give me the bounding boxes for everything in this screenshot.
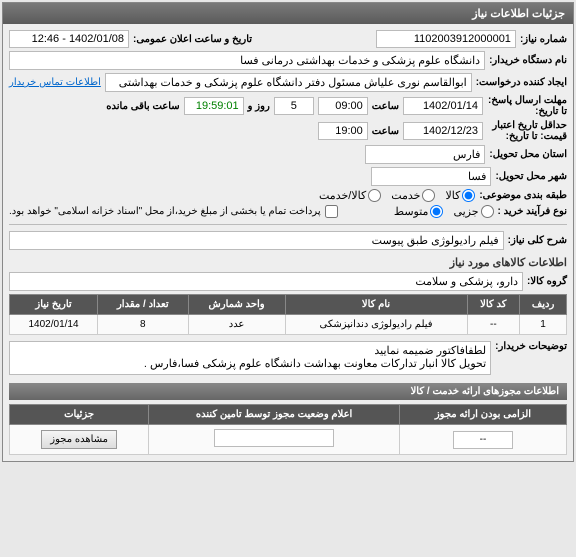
days-left-value: 5: [274, 97, 314, 115]
lic-th-status: اعلام وضعیت مجوز توسط تامین کننده: [149, 405, 400, 425]
cell-name: فیلم رادیولوژی دندانپزشکی: [285, 315, 467, 335]
category-label: طبقه بندی موضوعی:: [479, 190, 567, 201]
time-label-2: ساعت: [372, 126, 399, 137]
need-no-label: شماره نیاز:: [520, 34, 567, 45]
announce-date-label: تاریخ و ساعت اعلان عمومی:: [133, 34, 252, 45]
buyer-org-label: نام دستگاه خریدار:: [489, 55, 567, 66]
cat-khadmat-label: خدمت: [391, 189, 420, 202]
announce-date-value: 1402/01/08 - 12:46: [9, 30, 129, 48]
license-table: الزامی بودن ارائه مجوز اعلام وضعیت مجوز …: [9, 404, 567, 455]
remaining-time-value: 19:59:01: [184, 97, 244, 115]
validity-label: حداقل تاریخ اعتبار قیمت: تا تاریخ:: [487, 120, 567, 142]
items-section-title: اطلاعات کالاهای مورد نیاز: [9, 256, 567, 269]
category-radio-group: کالا خدمت کالا/خدمت: [319, 189, 475, 202]
process-radio-group: جزیی متوسط: [394, 205, 494, 218]
cell-unit: عدد: [188, 315, 285, 335]
th-qty: تعداد / مقدار: [98, 295, 189, 315]
validity-date-value: 1402/12/23: [403, 122, 483, 140]
buyer-org-value: دانشگاه علوم پزشکی و خدمات بهداشتی درمان…: [9, 51, 485, 70]
th-idx: ردیف: [520, 295, 567, 315]
lic-status-value: [214, 429, 334, 447]
cat-kala-label: کالا: [445, 189, 460, 202]
main-panel: جزئیات اطلاعات نیاز شماره نیاز: 11020039…: [2, 2, 574, 462]
items-table: ردیف کد کالا نام کالا واحد شمارش تعداد /…: [9, 294, 567, 335]
th-code: کد کالا: [467, 295, 520, 315]
buyer-notes-value: لطفافاکتور ضمیمه نمایید تحویل کالا انبار…: [9, 341, 491, 375]
province-value: فارس: [365, 145, 485, 164]
remaining-suffix-label: ساعت باقی مانده: [106, 101, 179, 112]
th-name: نام کالا: [285, 295, 467, 315]
panel-title: جزئیات اطلاعات نیاز: [472, 8, 565, 20]
th-unit: واحد شمارش: [188, 295, 285, 315]
proc-medium-radio[interactable]: [430, 205, 443, 218]
cell-idx: 1: [520, 315, 567, 335]
cat-both-label: کالا/خدمت: [319, 189, 366, 202]
panel-body: شماره نیاز: 1102003912000001 تاریخ و ساع…: [3, 24, 573, 461]
process-label: نوع فرآیند خرید :: [498, 206, 567, 217]
proc-small-label: جزیی: [453, 205, 478, 218]
city-label: شهر محل تحویل:: [495, 171, 567, 182]
group-value: دارو، پزشکی و سلامت: [9, 272, 523, 291]
payment-checkbox[interactable]: [325, 205, 338, 218]
desc-title-value: فیلم رادیولوژی طبق پیوست: [9, 231, 504, 250]
proc-small-radio[interactable]: [481, 205, 494, 218]
cat-khadmat-radio[interactable]: [422, 189, 435, 202]
panel-header: جزئیات اطلاعات نیاز: [3, 3, 573, 24]
cat-both-radio[interactable]: [368, 189, 381, 202]
cell-qty: 8: [98, 315, 189, 335]
desc-title-label: شرح کلی نیاز:: [508, 235, 567, 246]
lic-th-detail: جزئیات: [10, 405, 149, 425]
reply-deadline-label: مهلت ارسال پاسخ: تا تاریخ:: [487, 95, 567, 117]
buyer-contact-link[interactable]: اطلاعات تماس خریدار: [9, 77, 101, 88]
license-row: -- مشاهده مجوز: [10, 425, 567, 455]
group-label: گروه کالا:: [527, 276, 567, 287]
reply-time-value: 09:00: [318, 97, 368, 115]
buyer-notes-label: توضیحات خریدار:: [495, 341, 567, 352]
requester-label: ایجاد کننده درخواست:: [476, 77, 567, 88]
th-date: تاریخ نیاز: [10, 295, 98, 315]
city-value: فسا: [371, 167, 491, 186]
cat-kala-radio[interactable]: [462, 189, 475, 202]
reply-date-value: 1402/01/14: [403, 97, 483, 115]
table-row: 1 -- فیلم رادیولوژی دندانپزشکی عدد 8 140…: [10, 315, 567, 335]
cell-date: 1402/01/14: [10, 315, 98, 335]
and-days-label: روز و: [248, 101, 270, 112]
view-license-button[interactable]: مشاهده مجوز: [41, 430, 117, 449]
province-label: استان محل تحویل:: [489, 149, 567, 160]
cell-code: --: [467, 315, 520, 335]
payment-note: پرداخت تمام یا بخشی از مبلغ خرید،از محل …: [9, 206, 321, 217]
lic-th-mandatory: الزامی بودن ارائه مجوز: [399, 405, 566, 425]
need-no-value: 1102003912000001: [376, 30, 516, 48]
license-header: اطلاعات مجوزهای ارائه خدمت / کالا: [9, 383, 567, 400]
validity-time-value: 19:00: [318, 122, 368, 140]
time-label-1: ساعت: [372, 101, 399, 112]
proc-medium-label: متوسط: [394, 205, 429, 218]
requester-value: ابوالقاسم نوری علیاش مسئول دفتر دانشگاه …: [105, 73, 472, 92]
lic-mandatory-value: --: [453, 431, 513, 449]
